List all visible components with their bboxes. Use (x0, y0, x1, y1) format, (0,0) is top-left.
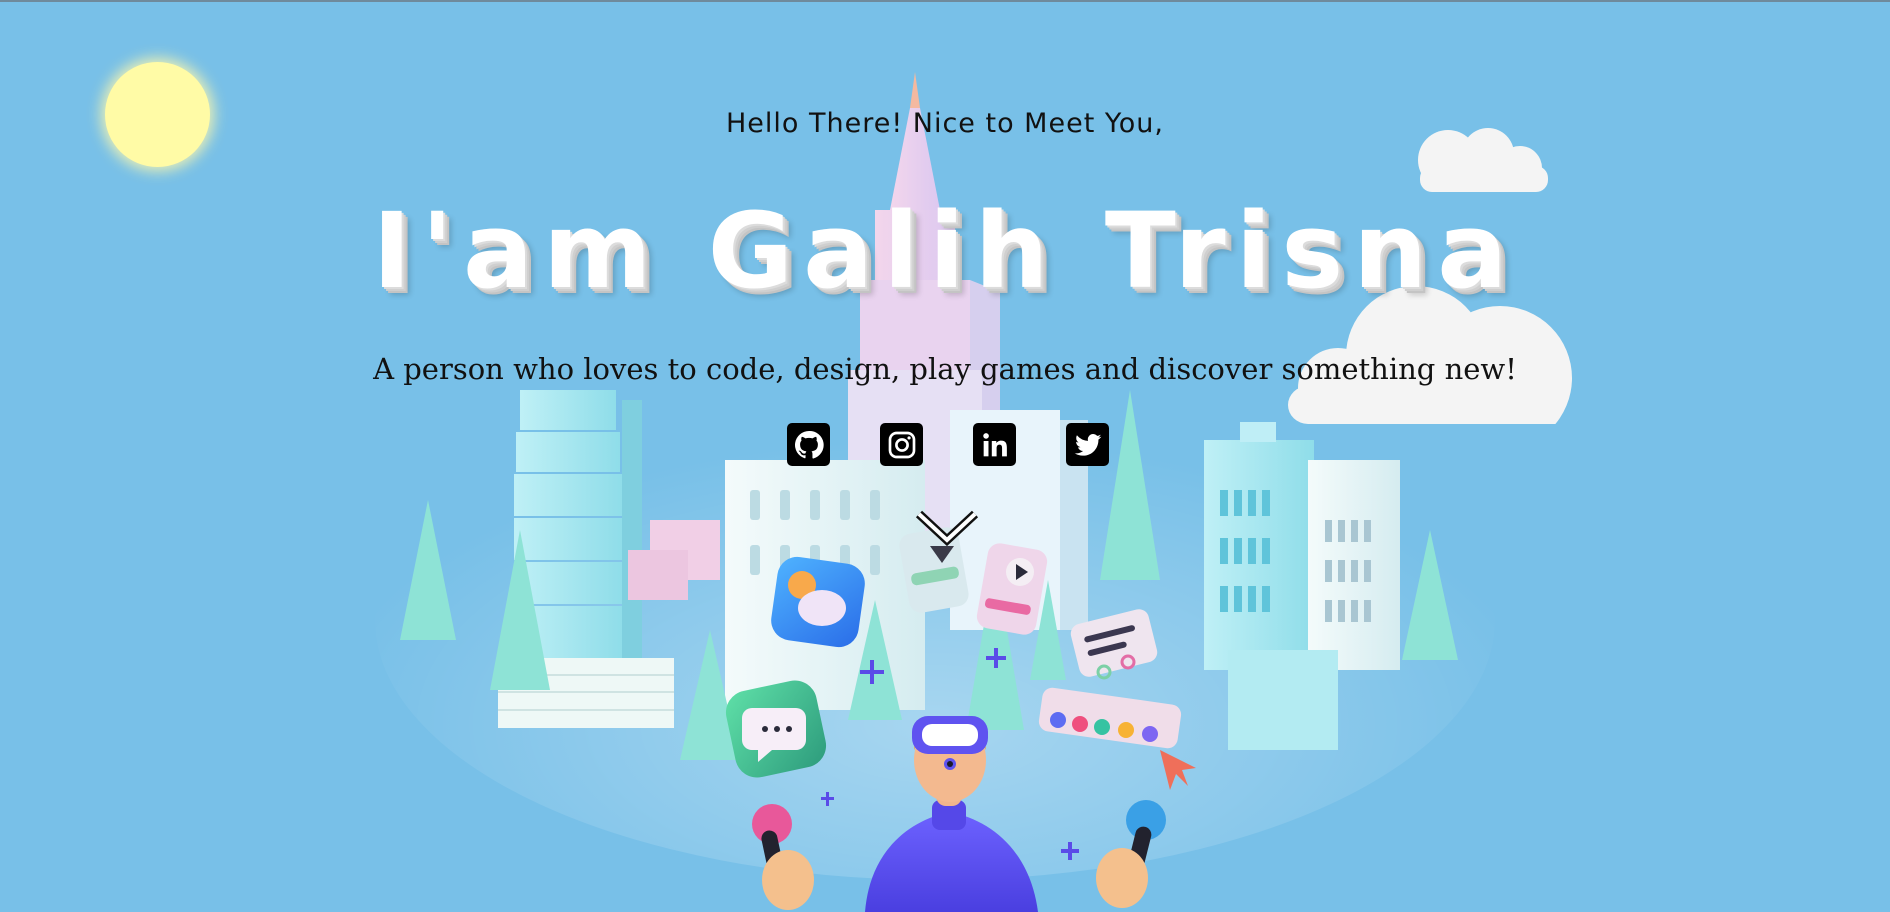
twitter-link[interactable] (1066, 423, 1109, 466)
github-icon (794, 430, 824, 458)
instagram-icon (888, 431, 915, 458)
window-top-border (0, 0, 1890, 2)
hero-tagline: A person who loves to code, design, play… (373, 352, 1517, 386)
instagram-link[interactable] (880, 423, 923, 466)
hero-title: I'am Galih Trisna (372, 190, 1518, 312)
twitter-icon (1074, 433, 1101, 456)
chevron-down-icon[interactable] (914, 508, 980, 548)
hero-city-illustration (375, 72, 1495, 912)
linkedin-icon (982, 432, 1007, 456)
linkedin-link[interactable] (973, 423, 1016, 466)
github-link[interactable] (787, 423, 830, 466)
greeting-text: Hello There! Nice to Meet You, (726, 108, 1164, 139)
social-links (787, 423, 1109, 466)
